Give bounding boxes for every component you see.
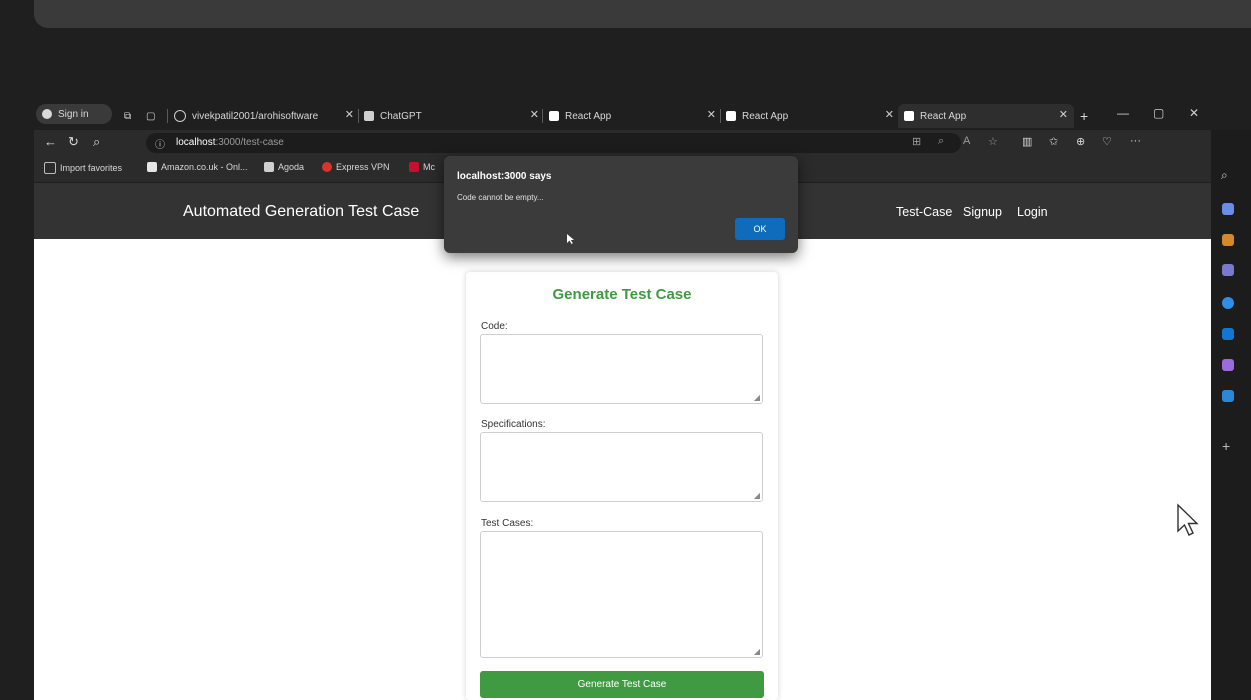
tab-github[interactable]: vivekpatil2001/arohisoftware ✕ — [174, 104, 354, 128]
profile-icon — [42, 109, 52, 119]
card-title: Generate Test Case — [552, 286, 692, 303]
sidebar-outlook-icon[interactable] — [1222, 328, 1234, 340]
window-close-icon[interactable]: ✕ — [1189, 106, 1199, 120]
sidebar-shopping-icon[interactable] — [1222, 234, 1234, 246]
specifications-textarea[interactable]: ◢ — [480, 432, 763, 502]
url-host: localhost — [176, 137, 216, 148]
url-path: :3000/test-case — [215, 137, 284, 148]
favorite-mcafee[interactable]: Mc — [409, 162, 435, 172]
dialog-ok-button[interactable]: OK — [735, 218, 785, 240]
test-cases-textarea[interactable]: ◢ — [480, 531, 763, 658]
tab-actions-icon[interactable]: ▢ — [146, 104, 155, 128]
search-icon[interactable]: ⌕ — [93, 134, 100, 150]
close-icon[interactable]: ✕ — [885, 108, 894, 121]
sidebar-copilot-icon[interactable] — [1222, 297, 1234, 309]
favorite-label: Import favorites — [60, 163, 123, 173]
nav-signup[interactable]: Signup — [963, 205, 1002, 219]
resize-grip-icon[interactable]: ◢ — [754, 491, 760, 500]
mcafee-icon — [409, 162, 419, 172]
tab-react-1[interactable]: React App ✕ — [549, 104, 716, 128]
tab-label: React App — [742, 110, 789, 122]
react-icon — [549, 111, 559, 121]
close-icon[interactable]: ✕ — [345, 108, 354, 121]
favorite-agoda[interactable]: Agoda — [264, 162, 304, 172]
mouse-pointer-icon — [567, 234, 574, 244]
dialog-title: localhost:3000 says — [457, 171, 552, 182]
favorite-vpn[interactable]: Express VPN — [322, 162, 390, 172]
read-aloud-icon[interactable]: A — [963, 135, 970, 147]
split-screen-icon[interactable]: ▥ — [1022, 135, 1032, 148]
agoda-icon — [264, 162, 274, 172]
chatgpt-icon — [364, 111, 374, 121]
apps-icon[interactable]: ⊞ — [912, 135, 921, 148]
top-band — [34, 0, 1251, 28]
tab-chatgpt[interactable]: ChatGPT ✕ — [364, 104, 539, 128]
url-text[interactable]: localhost:3000/test-case — [176, 137, 284, 148]
code-label: Code: — [481, 321, 508, 332]
favorite-label: Mc — [423, 162, 435, 172]
tab-react-active[interactable]: React App ✕ — [898, 104, 1074, 128]
edge-sidebar — [1211, 130, 1251, 700]
amazon-icon — [147, 162, 157, 172]
favorite-label: Express VPN — [336, 162, 390, 172]
tab-label: vivekpatil2001/arohisoftware — [192, 110, 319, 122]
mouse-cursor-icon — [1177, 503, 1199, 536]
collections-icon[interactable]: ⊕ — [1076, 135, 1085, 148]
profile-signin-button[interactable]: Sign in — [36, 104, 112, 124]
specifications-label: Specifications: — [481, 419, 546, 430]
nav-login[interactable]: Login — [1017, 205, 1048, 219]
minimize-icon[interactable]: — — [1117, 106, 1129, 120]
signin-label: Sign in — [58, 108, 89, 120]
react-icon — [904, 111, 914, 121]
resize-grip-icon[interactable]: ◢ — [754, 647, 760, 656]
tab-label: React App — [920, 110, 967, 122]
favorite-star-icon[interactable]: ☆ — [988, 135, 998, 148]
new-tab-button[interactable]: + — [1080, 104, 1088, 128]
app-brand: Automated Generation Test Case — [183, 203, 420, 220]
code-textarea[interactable]: ◢ — [480, 334, 763, 404]
github-icon — [174, 110, 186, 122]
favorite-import[interactable]: Import favorites — [44, 162, 122, 174]
tab-label: ChatGPT — [380, 110, 422, 122]
react-icon — [726, 111, 736, 121]
favorite-amazon[interactable]: Amazon.co.uk - Onl... — [147, 162, 248, 172]
maximize-icon[interactable]: ▢ — [1153, 106, 1164, 120]
refresh-icon[interactable]: ↻ — [68, 134, 79, 150]
tab-react-2[interactable]: React App ✕ — [726, 104, 894, 128]
health-icon[interactable]: ♡ — [1102, 135, 1112, 148]
dialog-message: Code cannot be empty... — [457, 193, 544, 202]
close-icon[interactable]: ✕ — [1059, 108, 1068, 121]
nav-test-case[interactable]: Test-Case — [896, 205, 952, 219]
vpn-icon — [322, 162, 332, 172]
more-icon[interactable]: ··· — [1130, 135, 1141, 147]
generate-test-case-button[interactable]: Generate Test Case — [480, 671, 764, 698]
close-icon[interactable]: ✕ — [530, 108, 539, 121]
sidebar-send-icon[interactable] — [1222, 390, 1234, 402]
info-icon[interactable]: ⓘ — [155, 136, 165, 151]
favorite-label: Amazon.co.uk - Onl... — [161, 162, 248, 172]
tab-label: React App — [565, 110, 612, 122]
test-cases-label: Test Cases: — [481, 518, 534, 529]
resize-grip-icon[interactable]: ◢ — [754, 393, 760, 402]
sidebar-search-icon[interactable]: ⌕ — [1221, 168, 1228, 183]
close-icon[interactable]: ✕ — [707, 108, 716, 121]
back-icon[interactable]: ← — [44, 134, 57, 149]
tab-strip: Sign in ⧉ ▢ vivekpatil2001/arohisoftware… — [34, 100, 1251, 130]
zoom-icon[interactable]: ⌕ — [938, 135, 944, 148]
import-icon — [44, 162, 56, 174]
sidebar-tag-icon[interactable] — [1222, 203, 1234, 215]
favorite-label: Agoda — [278, 162, 305, 172]
sidebar-tools-icon[interactable] — [1222, 264, 1234, 276]
sidebar-designer-icon[interactable] — [1222, 359, 1234, 371]
sidebar-add-icon[interactable]: + — [1222, 438, 1230, 454]
workspaces-icon[interactable]: ⧉ — [124, 104, 131, 128]
favorites-icon[interactable]: ✩ — [1049, 135, 1058, 148]
